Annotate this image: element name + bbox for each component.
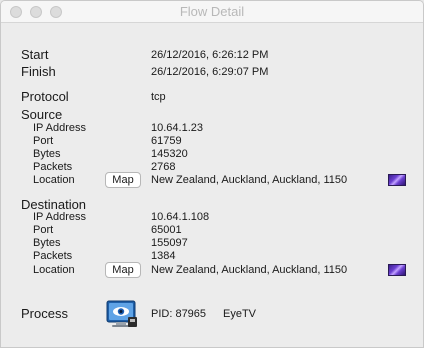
window-title: Flow Detail: [179, 4, 245, 19]
process-label: Process: [21, 306, 68, 321]
destination-flag-icon: [388, 264, 406, 276]
source-ip-label: IP Address: [33, 122, 86, 134]
source-port-label: Port: [33, 135, 54, 147]
eyetv-app-icon: [106, 300, 137, 327]
source-packets-value: 2768: [151, 161, 176, 173]
flow-detail-window: Flow Detail Start 26/12/2016, 6:26:12 PM…: [0, 0, 424, 348]
destination-location-label: Location: [33, 264, 75, 276]
source-heading: Source: [21, 107, 63, 122]
destination-packets-value: 1384: [151, 250, 176, 262]
source-location-value: New Zealand, Auckland, Auckland, 1150: [151, 174, 348, 186]
protocol-label: Protocol: [21, 89, 69, 104]
finish-value: 26/12/2016, 6:29:07 PM: [151, 66, 269, 78]
source-packets-label: Packets: [33, 161, 73, 173]
destination-map-button[interactable]: Map: [105, 262, 141, 278]
protocol-value: tcp: [151, 91, 166, 103]
destination-bytes-label: Bytes: [33, 237, 61, 249]
process-name: EyeTV: [223, 308, 257, 320]
destination-packets-label: Packets: [33, 250, 73, 262]
start-label: Start: [21, 47, 49, 62]
destination-location-value: New Zealand, Auckland, Auckland, 1150: [151, 264, 348, 276]
destination-ip-value: 10.64.1.108: [151, 211, 210, 223]
finish-label: Finish: [21, 64, 56, 79]
source-flag-icon: [388, 174, 406, 186]
source-bytes-value: 145320: [151, 148, 188, 160]
process-pid: PID: 87965: [151, 308, 207, 320]
destination-ip-label: IP Address: [33, 211, 86, 223]
source-map-button[interactable]: Map: [105, 172, 141, 188]
destination-port-value: 65001: [151, 224, 182, 236]
destination-bytes-value: 155097: [151, 237, 188, 249]
destination-port-label: Port: [33, 224, 54, 236]
source-location-label: Location: [33, 174, 75, 186]
title-bar: Flow Detail: [1, 1, 423, 23]
source-port-value: 61759: [151, 135, 182, 147]
start-value: 26/12/2016, 6:26:12 PM: [151, 49, 269, 61]
source-ip-value: 10.64.1.23: [151, 122, 203, 134]
destination-heading: Destination: [21, 197, 87, 212]
source-bytes-label: Bytes: [33, 148, 61, 160]
